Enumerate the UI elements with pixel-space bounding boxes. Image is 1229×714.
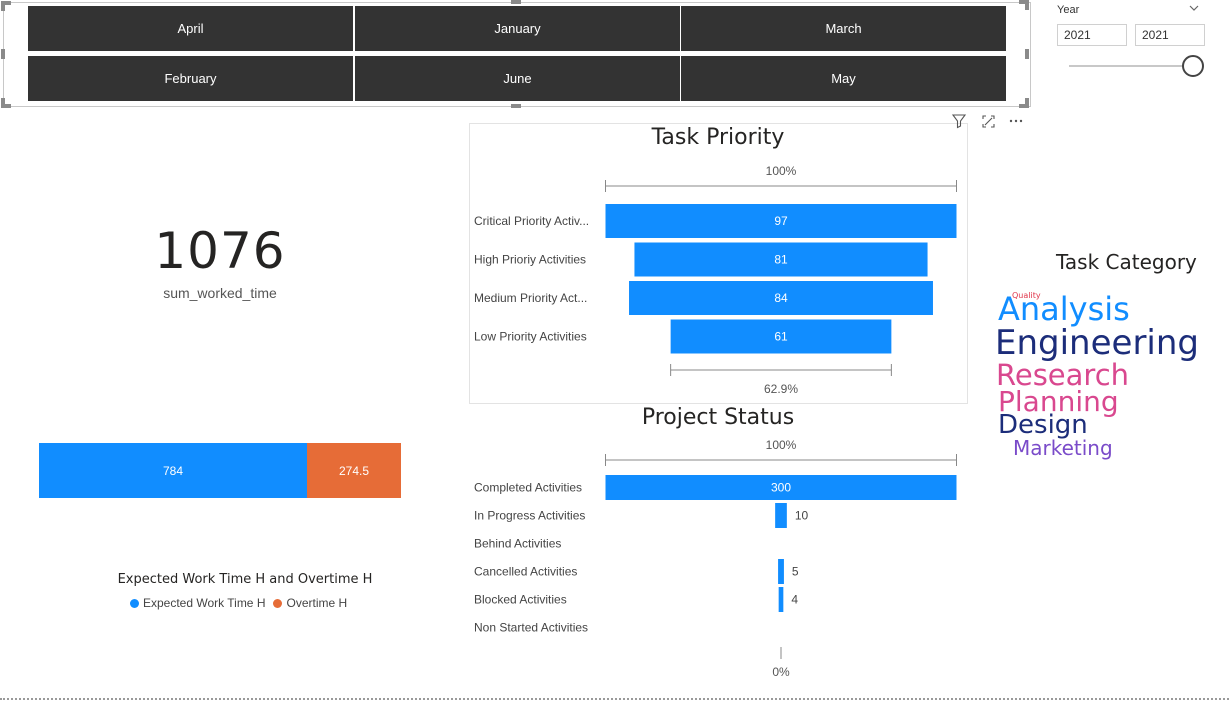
- funnel-bar: [778, 559, 784, 584]
- data-label: 10: [795, 509, 809, 523]
- project-status-title: Project Status: [641, 405, 795, 430]
- resize-handle[interactable]: [1, 104, 11, 108]
- funnel-bar: [775, 503, 787, 528]
- category-label: Non Started Activities: [474, 621, 588, 635]
- data-label: 61: [774, 330, 788, 344]
- top-percent-label: 100%: [766, 164, 797, 178]
- resize-handle[interactable]: [1, 49, 5, 59]
- legend-dot-overtime: [273, 598, 283, 608]
- year-slider-track[interactable]: [1069, 65, 1189, 67]
- category-label: Blocked Activities: [474, 593, 567, 607]
- legend-label-expected: Expected Work Time H: [143, 596, 266, 610]
- overtime-bar-label: 274.5: [338, 463, 370, 478]
- data-label: 84: [774, 291, 788, 305]
- legend-dot-expected: [130, 598, 139, 608]
- data-label: 97: [774, 214, 788, 228]
- resize-handle[interactable]: [1019, 104, 1029, 108]
- task-priority-title: Task Priority: [651, 125, 785, 150]
- category-label: High Prioriy Activities: [474, 253, 586, 267]
- month-button-may[interactable]: May: [681, 56, 1006, 101]
- filter-icon[interactable]: [951, 113, 967, 134]
- project-status-funnel: 100%Completed Activities 300In Progress A…: [474, 438, 957, 679]
- legend-label-overtime: Overtime H: [286, 596, 348, 610]
- resize-handle[interactable]: [511, 104, 521, 108]
- expected-bar-label: 784: [162, 463, 184, 478]
- page-bottom-border: [0, 698, 1229, 700]
- year-slider-handle[interactable]: [1182, 55, 1204, 77]
- focus-mode-icon[interactable]: [981, 114, 996, 134]
- resize-handle[interactable]: [1, 1, 11, 5]
- kpi-label: sum_worked_time: [163, 285, 277, 301]
- more-options-icon[interactable]: [1008, 113, 1024, 134]
- year-slicer-label: Year: [1057, 4, 1080, 16]
- category-label: Behind Activities: [474, 537, 561, 551]
- word-engineering[interactable]: Engineering: [995, 326, 1199, 360]
- word-marketing[interactable]: Marketing: [1013, 438, 1113, 458]
- category-label: Critical Priority Activ...: [474, 214, 589, 228]
- month-button-june[interactable]: June: [355, 56, 680, 101]
- top-percent-label: 100%: [766, 438, 797, 452]
- overtime-bar[interactable]: 274.5: [307, 443, 401, 498]
- task-category-title: Task Category: [1056, 250, 1197, 274]
- word-analysis[interactable]: Analysis: [998, 293, 1130, 325]
- data-label: 300: [771, 481, 791, 495]
- month-button-march[interactable]: March: [681, 6, 1006, 51]
- resize-handle[interactable]: [1025, 49, 1029, 59]
- category-label: In Progress Activities: [474, 509, 585, 523]
- expected-work-time-bar[interactable]: 784: [39, 443, 307, 498]
- year-to-input[interactable]: 2021: [1135, 24, 1205, 46]
- work-time-legend: Expected Work Time H Overtime H: [130, 596, 347, 610]
- month-button-april[interactable]: April: [28, 6, 353, 51]
- month-button-february[interactable]: February: [28, 56, 353, 101]
- resize-handle[interactable]: [511, 0, 521, 4]
- category-label: Completed Activities: [474, 481, 582, 495]
- resize-handle[interactable]: [1019, 0, 1029, 4]
- category-label: Medium Priority Act...: [474, 291, 587, 305]
- category-label: Low Priority Activities: [474, 330, 587, 344]
- work-time-chart-title: Expected Work Time H and Overtime H: [117, 572, 373, 587]
- word-design[interactable]: Design: [998, 412, 1088, 438]
- kpi-value: 1076: [154, 222, 286, 280]
- task-priority-funnel: 100% Critical Priority Activ... 97 High Pri…: [474, 164, 957, 396]
- month-button-january[interactable]: January: [355, 6, 680, 51]
- bottom-percent-label: 62.9%: [764, 382, 798, 396]
- data-label: 5: [792, 565, 799, 579]
- bottom-percent-label: 0%: [772, 665, 790, 679]
- funnel-bar: [778, 587, 784, 612]
- chevron-down-icon[interactable]: [1188, 2, 1200, 17]
- year-from-input[interactable]: 2021: [1057, 24, 1127, 46]
- category-label: Cancelled Activities: [474, 565, 577, 579]
- data-label: 4: [791, 593, 798, 607]
- data-label: 81: [774, 253, 788, 267]
